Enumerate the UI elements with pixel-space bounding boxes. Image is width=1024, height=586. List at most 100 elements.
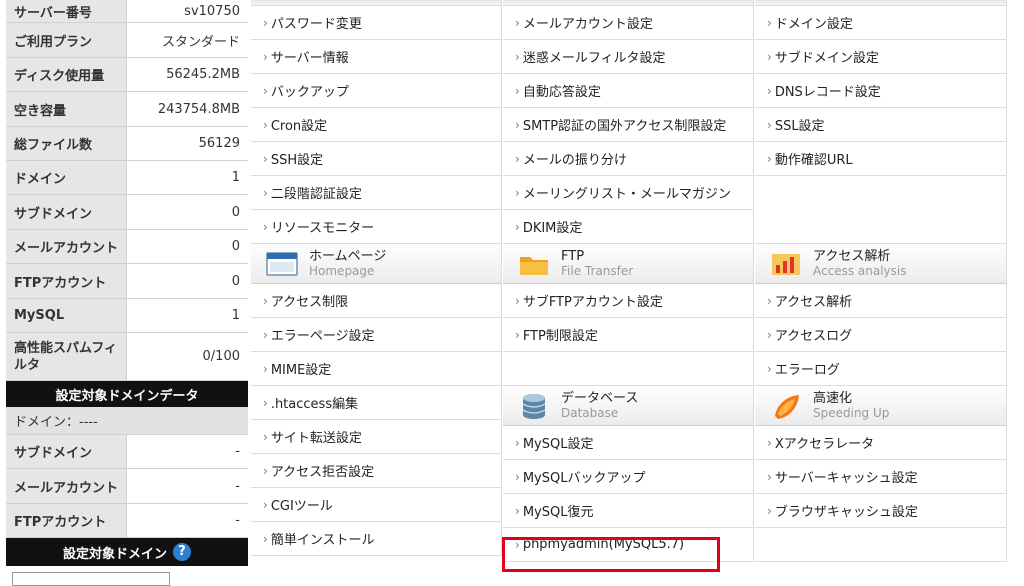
- menu-item-server-info[interactable]: › サーバー情報: [251, 40, 502, 74]
- info-label: サーバー番号: [6, 0, 127, 22]
- menu-item-auto-reply[interactable]: › 自動応答設定: [503, 74, 754, 108]
- menu-item-resource-monitor[interactable]: › リソースモニター: [251, 210, 502, 244]
- menu-item-label: アクセスログ: [774, 329, 853, 344]
- menu-item-domain-settings[interactable]: › ドメイン設定: [755, 6, 1007, 40]
- menu-item-sub-ftp-account[interactable]: › サブFTPアカウント設定: [503, 284, 754, 318]
- section-title: FTP: [561, 248, 585, 264]
- info-label: サブドメイン: [6, 435, 127, 468]
- menu-item-label: 二段階認証設定: [270, 187, 362, 202]
- menu-item-cron[interactable]: › Cron設定: [251, 108, 502, 142]
- menu-item-label: エラーページ設定: [270, 329, 375, 344]
- arrow-icon: ›: [263, 293, 268, 308]
- info-row-file-count: 総ファイル数 56129: [6, 127, 248, 161]
- menu-column-domain: › ドメイン設定 › サブドメイン設定 › DNSレコード設定 › SSL設定 › 動作確…: [755, 0, 1007, 562]
- arrow-icon: ›: [767, 151, 772, 166]
- menu-item-access-log[interactable]: › アクセスログ: [755, 318, 1007, 352]
- arrow-icon: ›: [263, 327, 268, 342]
- database-icon: [522, 393, 546, 419]
- arrow-icon: ›: [515, 469, 520, 484]
- menu-item-mail-account[interactable]: › メールアカウント設定: [503, 6, 754, 40]
- menu-item-label: SMTP認証の国外アクセス制限設定: [522, 119, 727, 134]
- menu-item-easy-install[interactable]: › 簡単インストール: [251, 522, 502, 556]
- menu-item-site-redirect[interactable]: › サイト転送設定: [251, 420, 502, 454]
- menu-item-label: SSH設定: [270, 153, 324, 168]
- sidebar: サーバー番号 sv10750 ご利用プラン スタンダード ディスク使用量 562…: [6, 0, 248, 566]
- menu-item-mysql-backup[interactable]: › MySQLバックアップ: [503, 460, 754, 494]
- info-value: -: [235, 444, 240, 459]
- empty-cell: [755, 176, 1007, 210]
- section-header-homepage: ホームページ Homepage: [251, 244, 502, 284]
- section-subtitle: Database: [561, 405, 619, 420]
- menu-item-two-factor[interactable]: › 二段階認証設定: [251, 176, 502, 210]
- info-label: FTPアカウント: [6, 504, 127, 537]
- menu-item-access-analysis[interactable]: › アクセス解析: [755, 284, 1007, 318]
- menu-item-backup[interactable]: › バックアップ: [251, 74, 502, 108]
- menu-item-label: Xアクセラレータ: [774, 437, 875, 452]
- domain-select[interactable]: [12, 572, 170, 586]
- arrow-icon: ›: [515, 327, 520, 342]
- info-value: 0/100: [202, 349, 240, 364]
- menu-item-x-accelerator[interactable]: › Xアクセラレータ: [755, 426, 1007, 460]
- menu-item-label: サーバー情報: [270, 51, 349, 66]
- arrow-icon: ›: [767, 15, 772, 30]
- menu-item-mysql-restore[interactable]: › MySQL復元: [503, 494, 754, 528]
- menu-item-ssl[interactable]: › SSL設定: [755, 108, 1007, 142]
- help-icon[interactable]: ?: [173, 543, 191, 561]
- menu-item-server-cache[interactable]: › サーバーキャッシュ設定: [755, 460, 1007, 494]
- info-row-subdomain: サブドメイン 0: [6, 195, 248, 230]
- menu-item-label: MySQL復元: [522, 505, 594, 520]
- menu-item-label: MySQL設定: [522, 437, 594, 452]
- info-row-mysql: MySQL 1: [6, 299, 248, 333]
- info-row-server-number: サーバー番号 sv10750: [6, 0, 248, 23]
- menu-item-access-restriction[interactable]: › アクセス制限: [251, 284, 502, 318]
- menu-item-ssh[interactable]: › SSH設定: [251, 142, 502, 176]
- menu-item-ftp-restriction[interactable]: › FTP制限設定: [503, 318, 754, 352]
- arrow-icon: ›: [767, 117, 772, 132]
- menu-item-access-deny[interactable]: › アクセス拒否設定: [251, 454, 502, 488]
- menu-item-mysql-settings[interactable]: › MySQL設定: [503, 426, 754, 460]
- arrow-icon: ›: [515, 503, 520, 518]
- section-title: 高速化: [813, 390, 853, 406]
- menu-item-label: phpmyadmin(MySQL5.7): [522, 537, 685, 552]
- menu-item-dns-record[interactable]: › DNSレコード設定: [755, 74, 1007, 108]
- menu-item-label: ドメイン設定: [774, 17, 853, 32]
- domain-row-mail-account: メールアカウント -: [6, 469, 248, 504]
- info-value: 1: [231, 170, 240, 185]
- info-row-mail-account: メールアカウント 0: [6, 230, 248, 264]
- menu-item-spam-filter[interactable]: › 迷惑メールフィルタ設定: [503, 40, 754, 74]
- menu-item-mime[interactable]: › MIME設定: [251, 352, 502, 386]
- menu-item-cgi-tool[interactable]: › CGIツール: [251, 488, 502, 522]
- arrow-icon: ›: [263, 429, 268, 444]
- menu-item-label: サブFTPアカウント設定: [522, 295, 663, 310]
- info-row-free-space: 空き容量 243754.8MB: [6, 92, 248, 127]
- arrow-icon: ›: [515, 293, 520, 308]
- menu-item-smtp-restriction[interactable]: › SMTP認証の国外アクセス制限設定: [503, 108, 754, 142]
- section-subtitle: Homepage: [309, 263, 375, 278]
- menu-item-phpmyadmin[interactable]: › phpmyadmin(MySQL5.7): [503, 528, 754, 562]
- target-domain-label: 設定対象ドメイン: [62, 546, 167, 562]
- menu-item-password-change[interactable]: › パスワード変更: [251, 6, 502, 40]
- menu-item-subdomain-settings[interactable]: › サブドメイン設定: [755, 40, 1007, 74]
- arrow-icon: ›: [767, 469, 772, 484]
- menu-item-error-log[interactable]: › エラーログ: [755, 352, 1007, 386]
- menu-item-htaccess[interactable]: › .htaccess編集: [251, 386, 502, 420]
- menu-item-mail-sorting[interactable]: › メールの振り分け: [503, 142, 754, 176]
- menu-item-browser-cache[interactable]: › ブラウザキャッシュ設定: [755, 494, 1007, 528]
- arrow-icon: ›: [263, 497, 268, 512]
- arrow-icon: ›: [263, 185, 268, 200]
- info-value: -: [235, 478, 240, 494]
- arrow-icon: ›: [263, 117, 268, 132]
- menu-item-label: サイト転送設定: [270, 431, 362, 446]
- menu-item-dkim[interactable]: › DKIM設定: [503, 210, 754, 244]
- info-label: MySQL: [6, 299, 127, 332]
- info-row-plan: ご利用プラン スタンダード: [6, 23, 248, 58]
- menu-item-check-url[interactable]: › 動作確認URL: [755, 142, 1007, 176]
- info-label: ご利用プラン: [6, 23, 127, 57]
- arrow-icon: ›: [515, 15, 520, 30]
- arrow-icon: ›: [263, 361, 268, 376]
- menu-item-error-page[interactable]: › エラーページ設定: [251, 318, 502, 352]
- info-value: sv10750: [184, 3, 240, 19]
- menu-item-label: アクセス解析: [774, 295, 853, 310]
- menu-item-mailing-list[interactable]: › メーリングリスト・メールマガジン: [503, 176, 754, 210]
- menu-item-label: FTP制限設定: [522, 329, 598, 344]
